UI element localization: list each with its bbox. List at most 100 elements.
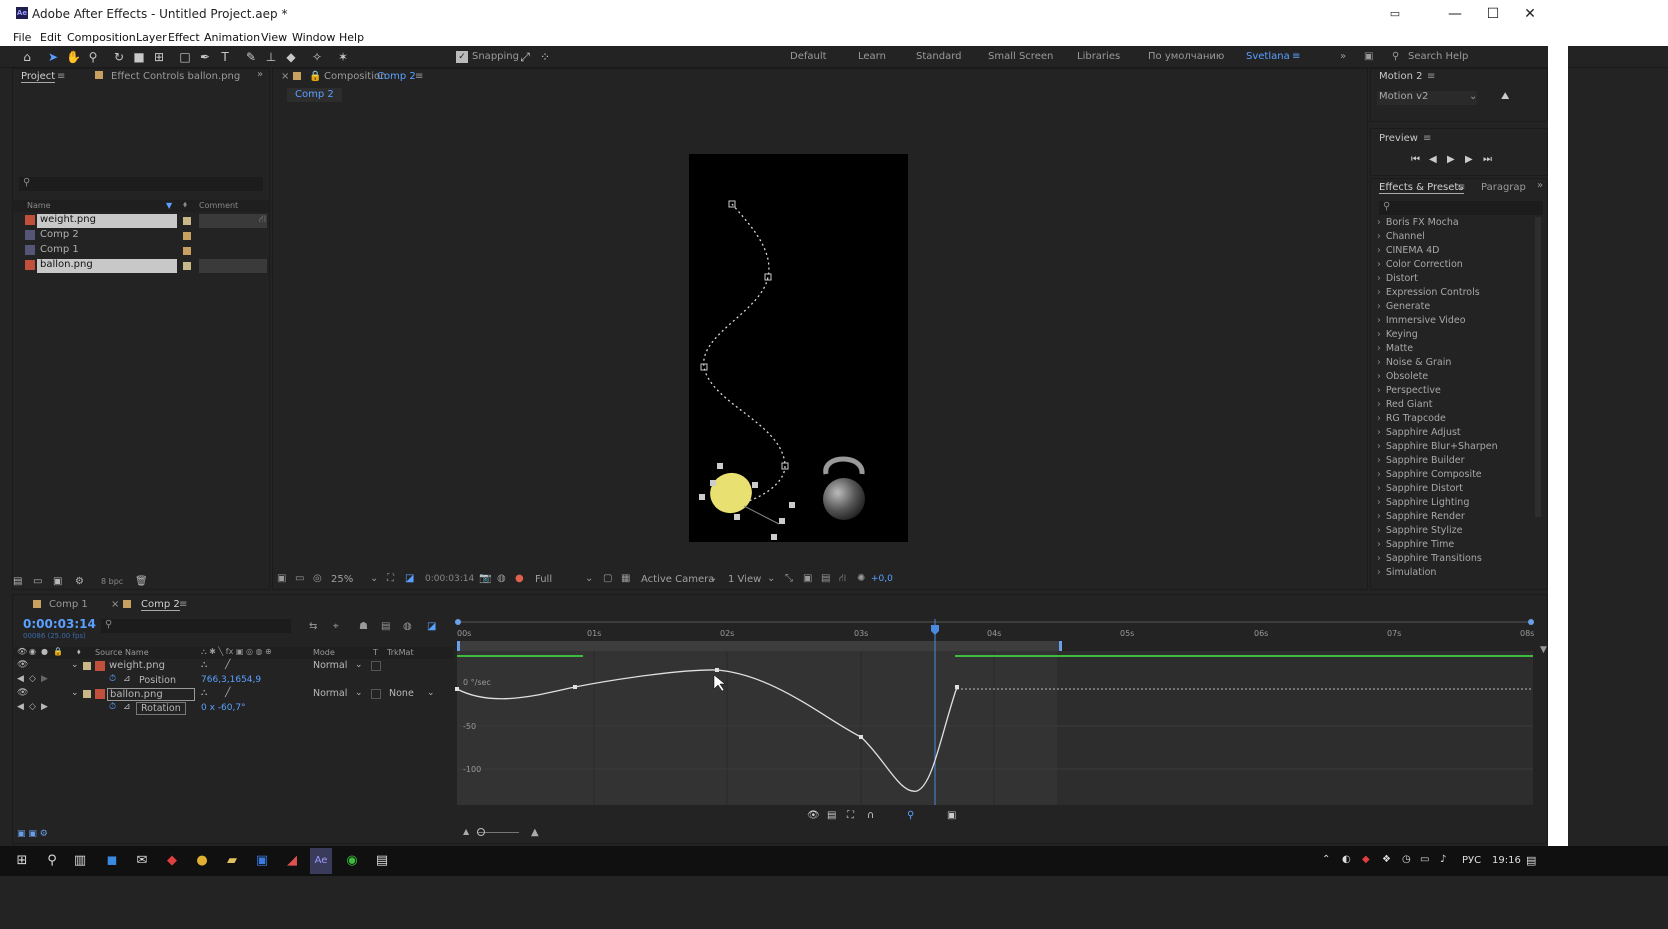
menu-window[interactable]: Window [292,31,335,44]
menu-layer[interactable]: Layer [136,31,167,44]
zoom-slider[interactable]: ▲ ▲ [463,827,543,839]
search-taskbar-icon[interactable]: ⚲ [44,853,60,869]
work-area-bar[interactable] [457,641,1061,651]
effects-category[interactable]: Channel [1377,231,1425,245]
expand-chevron-icon[interactable]: ⌄ [71,660,79,670]
exposure-reset-icon[interactable]: ✺ [857,573,865,584]
mode-dropdown-icon[interactable]: ⌄ [355,688,363,698]
store-icon[interactable]: ◼ [104,853,120,869]
effects-category[interactable]: Distort [1377,273,1418,287]
pan-behind-tool-icon[interactable]: ⊞ [152,50,166,64]
motion-preset-select[interactable]: Motion v2 [1377,91,1477,105]
notifications-icon[interactable]: ▤ [1526,854,1536,867]
label-column-icon[interactable]: ⬧ [77,647,81,657]
video-switch-icon[interactable]: 👁 [17,647,27,656]
project-search-input[interactable]: ⚲ [19,177,263,191]
app-icon[interactable]: ▣ [254,853,270,869]
effects-category[interactable]: Sapphire Composite [1377,469,1482,483]
graph-options-icon[interactable]: ▤ [827,810,836,821]
snapshot-icon[interactable]: 📷 [479,573,491,584]
workspace-svetlana[interactable]: Svetlana [1246,51,1290,62]
first-frame-icon[interactable]: ⏮ [1411,154,1420,165]
col-comment[interactable]: Comment [199,201,238,210]
minimize-button[interactable]: — [1440,4,1470,24]
effects-category[interactable]: RG Trapcode [1377,413,1446,427]
play-icon[interactable]: ▶ [1447,154,1455,165]
effects-category[interactable]: Sapphire Builder [1377,455,1465,469]
new-comp-icon[interactable]: ▣ [53,576,62,587]
effects-scrollbar[interactable] [1535,217,1541,517]
next-keyframe-icon[interactable]: ▶ [41,702,48,712]
draft-3d-icon[interactable]: ⌖ [333,621,339,632]
snap-expand-icon[interactable]: ⁘ [538,50,552,64]
close-tab-icon[interactable]: × [281,71,289,82]
pen-tool-icon[interactable]: ✒ [198,50,212,64]
new-folder-icon[interactable]: ▭ [33,576,42,587]
whatsapp-icon[interactable]: ◉ [344,853,360,869]
effects-overflow-icon[interactable]: » [1537,180,1543,191]
project-settings-icon[interactable]: ⚙ [75,576,84,587]
tray-app-icon[interactable]: ◐ [1342,854,1351,865]
effects-category[interactable]: Sapphire Lighting [1377,497,1470,511]
eraser-tool-icon[interactable]: ◆ [284,50,298,64]
effects-category[interactable]: Obsolete [1377,371,1428,385]
effects-category[interactable]: Immersive Video [1377,315,1466,329]
preview-title[interactable]: Preview [1379,133,1418,144]
camera-dropdown-icon[interactable]: ⌄ [709,573,717,584]
layer-row[interactable]: 👁 ⌄ weight.png ⛬ ╱ Normal ⌄ [13,660,453,674]
workspace-standard[interactable]: Standard [916,51,962,62]
mode-dropdown-icon[interactable]: ⌄ [355,660,363,670]
col-name[interactable]: Name [27,201,51,210]
shy-switch-icon[interactable]: ⛬ [201,660,207,670]
effects-category[interactable]: Expression Controls [1377,287,1480,301]
effects-category[interactable]: Simulation [1377,567,1437,581]
menu-help[interactable]: Help [339,31,364,44]
snap-graph-icon[interactable]: ∩ [867,810,874,821]
menu-file[interactable]: File [13,31,31,44]
property-value[interactable]: 766,3,1654,9 [201,675,261,685]
workspace-small-screen[interactable]: Small Screen [988,51,1053,62]
rectangle-tool-icon[interactable]: □ [178,50,192,64]
vr-icon[interactable]: ◎ [313,573,322,584]
add-keyframe-icon[interactable]: ◇ [29,702,36,712]
lock-icon[interactable]: 🔒 [309,71,321,82]
col-t[interactable]: T [373,648,378,657]
tray-overflow-icon[interactable]: ⌃ [1322,854,1330,865]
view-layout-select[interactable]: 1 View [728,574,761,585]
timeline-icon[interactable]: ▤ [821,573,830,584]
camera-tool-icon[interactable]: ■ [132,50,146,64]
effects-category[interactable]: CINEMA 4D [1377,245,1440,259]
timeline-menu-icon[interactable]: ≡ [179,599,187,610]
bit-depth[interactable]: 8 bpc [101,577,123,586]
snap-options-icon[interactable]: ⤢ [518,50,532,64]
effects-category[interactable]: Boris FX Mocha [1377,217,1459,231]
dropbox-icon[interactable]: ❖ [1382,854,1391,865]
view-dropdown-icon[interactable]: ⌄ [767,573,775,584]
project-item[interactable]: weight.png [13,214,269,229]
label-column-icon[interactable]: ⬧ [183,200,187,210]
notes-icon[interactable]: ▤ [374,853,390,869]
work-area-start[interactable] [457,641,460,651]
effects-category[interactable]: Sapphire Render [1377,511,1465,525]
quality-switch-icon[interactable]: ╱ [225,660,230,670]
comp-marker-icon[interactable]: ▼ [1540,645,1547,655]
hand-tool-icon[interactable]: ✋ [66,50,81,64]
effects-category[interactable]: Sapphire Time [1377,539,1454,553]
panel-overflow-icon[interactable]: » [257,69,263,80]
puppet-tool-icon[interactable]: ✶ [336,50,350,64]
quality-switch-icon[interactable]: ╱ [225,688,230,698]
comp-breadcrumb[interactable]: Comp 2 [287,88,342,102]
effects-category[interactable]: Matte [1377,343,1413,357]
toggle-pixel-icon[interactable]: ⤡ [785,573,793,584]
flowchart-view-icon[interactable]: ⛙ [839,573,846,586]
maximize-button[interactable]: ☐ [1478,4,1508,24]
workspace-learn[interactable]: Learn [858,51,886,62]
resolution-dropdown-icon[interactable]: ⌄ [585,573,593,584]
clock-tray-icon[interactable]: ◷ [1402,854,1411,865]
effects-category[interactable]: Red Giant [1377,399,1433,413]
shy-switch-icon[interactable]: ⛬ [201,688,207,698]
project-item[interactable]: ballon.png [13,259,269,274]
zoom-dropdown-icon[interactable]: ⌄ [370,573,378,584]
home-icon[interactable]: ⌂ [20,50,34,64]
menu-composition[interactable]: Composition [67,31,136,44]
